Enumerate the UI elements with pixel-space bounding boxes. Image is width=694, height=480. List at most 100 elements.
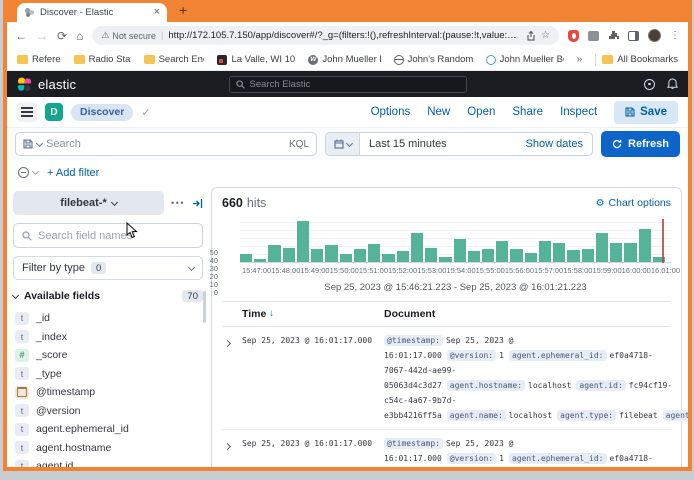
home-icon[interactable]: ⌂ xyxy=(76,29,83,43)
field-list-item[interactable]: t_type xyxy=(13,365,203,384)
expand-row-button[interactable] xyxy=(222,436,242,454)
histogram-bar[interactable] xyxy=(283,248,295,263)
histogram-bar[interactable] xyxy=(496,241,508,263)
table-row[interactable]: Sep 25, 2023 @ 16:01:17.000@timestamp:Se… xyxy=(222,430,671,467)
sort-descending-icon[interactable]: ↓ xyxy=(269,308,274,320)
available-fields-header[interactable]: Available fields 70 xyxy=(13,290,203,302)
refresh-button[interactable]: Refresh xyxy=(601,131,680,157)
histogram-bar[interactable] xyxy=(553,243,565,263)
time-column-header[interactable]: Time ↓ xyxy=(242,308,384,320)
field-name-pill: @version: xyxy=(447,350,496,361)
menu-hamburger-icon[interactable] xyxy=(17,102,37,122)
kql-label[interactable]: KQL xyxy=(289,139,309,150)
breadcrumb[interactable]: Discover xyxy=(71,104,133,121)
field-list-item[interactable]: #_score xyxy=(13,346,203,365)
bookmark-item[interactable]: WJohn Mueller Books xyxy=(308,54,380,65)
results-area: 660 hits ⚙ Chart options xyxy=(211,187,682,467)
chevron-down-icon[interactable] xyxy=(32,168,39,175)
histogram-bar[interactable] xyxy=(425,248,437,263)
histogram-bar[interactable] xyxy=(354,249,366,263)
index-pattern-selector[interactable]: filebeat-* xyxy=(13,191,164,215)
global-search-input[interactable]: Search Elastic xyxy=(229,76,467,93)
share-button[interactable]: Share xyxy=(512,106,543,118)
time-range-value[interactable]: Last 15 minutes xyxy=(360,138,526,150)
wordpress-icon: W xyxy=(308,55,318,65)
histogram-bar[interactable] xyxy=(610,243,622,263)
tab-close-icon[interactable]: × xyxy=(154,7,160,18)
bookmark-star-icon[interactable]: ☆ xyxy=(541,30,550,41)
reload-icon[interactable]: ⟳ xyxy=(57,29,67,43)
new-tab-button[interactable]: + xyxy=(179,2,187,18)
field-name-pill: @version: xyxy=(447,453,496,464)
bookmarks-overflow-icon[interactable]: » xyxy=(577,54,583,65)
bookmark-item[interactable]: Reference xyxy=(17,54,61,65)
bookmark-item[interactable]: John's Random Tho... xyxy=(394,54,473,65)
inspect-button[interactable]: Inspect xyxy=(560,106,597,118)
address-bar[interactable]: ⚠Not secure | http://172.105.7.150/app/d… xyxy=(92,26,559,45)
histogram-bar[interactable] xyxy=(411,233,423,263)
add-filter-button[interactable]: + Add filter xyxy=(47,167,99,179)
field-list-item[interactable]: t@version xyxy=(13,402,203,421)
bookmark-item[interactable]: Search Engines xyxy=(144,54,205,65)
calendar-button[interactable] xyxy=(326,133,360,155)
saved-query-icon[interactable] xyxy=(23,139,33,149)
document-column-header: Document xyxy=(384,308,671,320)
histogram-bar[interactable] xyxy=(624,243,636,263)
histogram-bar[interactable] xyxy=(482,249,494,263)
extension-icon[interactable] xyxy=(588,31,599,41)
field-list-item[interactable]: tagent.ephemeral_id xyxy=(13,420,203,439)
histogram-bar[interactable] xyxy=(368,244,380,263)
options-button[interactable]: Options xyxy=(371,106,411,118)
histogram-bar[interactable] xyxy=(325,245,337,263)
share-icon[interactable] xyxy=(526,31,536,41)
histogram-bars xyxy=(240,219,671,263)
save-button[interactable]: Save xyxy=(614,101,678,124)
table-row[interactable]: Sep 25, 2023 @ 16:01:17.000@timestamp:Se… xyxy=(222,327,671,430)
histogram-bar[interactable] xyxy=(311,249,323,263)
field-list-item[interactable]: t_index xyxy=(13,328,203,347)
kql-search-input[interactable]: Search KQL xyxy=(15,132,317,156)
field-list-item[interactable]: t_id xyxy=(13,309,203,328)
filter-menu-icon[interactable] xyxy=(18,167,29,178)
collapse-sidebar-icon[interactable] xyxy=(192,198,203,209)
url-text[interactable]: http://172.105.7.150/app/discover#/?_g=(… xyxy=(168,30,521,41)
histogram-bar[interactable] xyxy=(539,241,551,263)
bookmark-item[interactable]: La Valle, WI 10-Day... xyxy=(217,54,295,65)
show-dates-button[interactable]: Show dates xyxy=(526,138,592,150)
histogram-bar[interactable] xyxy=(510,249,522,263)
bookmark-item[interactable]: John Mueller Books... xyxy=(486,54,564,65)
histogram-bar[interactable] xyxy=(297,221,309,263)
adblock-extension-icon[interactable] xyxy=(568,30,579,42)
field-search-input[interactable]: Search field names xyxy=(13,223,203,248)
not-secure-warning[interactable]: ⚠Not secure xyxy=(101,30,156,41)
all-bookmarks-button[interactable]: All Bookmarks xyxy=(602,54,678,65)
notifications-bell-icon[interactable] xyxy=(667,78,678,90)
chevron-down-icon[interactable] xyxy=(36,139,43,146)
open-button[interactable]: Open xyxy=(467,106,495,118)
deployment-icon[interactable] xyxy=(644,79,655,90)
browser-tab[interactable]: Discover - Elastic × xyxy=(17,3,167,22)
histogram-bar[interactable] xyxy=(639,229,651,263)
extensions-puzzle-icon[interactable] xyxy=(608,30,619,41)
space-badge[interactable]: D xyxy=(45,103,63,121)
histogram-bar[interactable] xyxy=(596,233,608,263)
field-list-item[interactable]: @timestamp xyxy=(13,383,203,402)
histogram-bar[interactable] xyxy=(268,245,280,263)
globe-icon xyxy=(394,55,404,65)
profile-avatar[interactable] xyxy=(648,29,661,42)
field-value: filebeat xyxy=(619,411,658,420)
histogram-bar[interactable] xyxy=(454,239,466,263)
side-panel-icon[interactable] xyxy=(628,31,639,41)
filter-by-type-select[interactable]: Filter by type 0 xyxy=(13,256,203,280)
field-list-item[interactable]: tagent.id xyxy=(13,457,203,467)
back-icon[interactable]: ← xyxy=(15,29,27,43)
forward-icon[interactable]: → xyxy=(36,29,48,43)
more-options-icon[interactable]: ••• xyxy=(171,198,185,208)
chrome-menu-icon[interactable]: ⋮ xyxy=(670,30,680,41)
new-button[interactable]: New xyxy=(427,106,450,118)
expand-row-button[interactable] xyxy=(222,333,242,351)
chart-options-button[interactable]: ⚙ Chart options xyxy=(596,197,671,209)
bookmark-item[interactable]: Radio Stations xyxy=(74,54,131,65)
field-list-item[interactable]: tagent.hostname xyxy=(13,439,203,458)
histogram-bar[interactable] xyxy=(582,249,594,263)
